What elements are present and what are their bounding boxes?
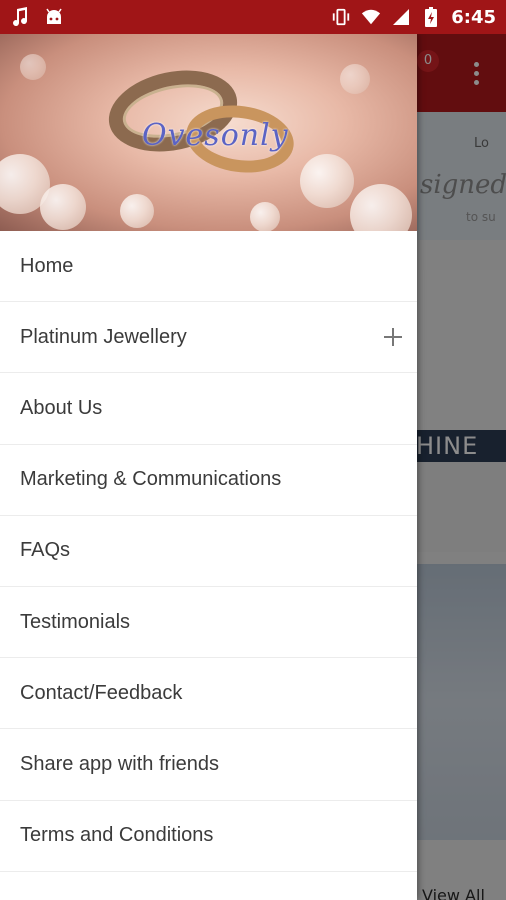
menu-item-contact-feedback[interactable]: Contact/Feedback [0, 658, 417, 730]
menu-item-label: Home [20, 254, 74, 277]
menu-item-about-us[interactable]: About Us [0, 373, 417, 445]
signal-icon [391, 7, 411, 27]
status-bar: 6:45 [0, 0, 506, 34]
menu-item-label: Share app with friends [20, 752, 220, 775]
menu-item-label: Testimonials [20, 610, 131, 633]
menu-item-label: Platinum Jewellery [20, 325, 187, 348]
menu-item-home[interactable]: Home [0, 231, 417, 303]
menu-item-label: Terms and Conditions [20, 824, 214, 847]
menu-item-label: Marketing & Communications [20, 468, 282, 491]
drawer-menu: Home Platinum Jewellery About Us Marketi… [0, 231, 417, 872]
clock: 6:45 [451, 6, 496, 28]
menu-item-label: FAQs [20, 539, 71, 562]
menu-item-share-app[interactable]: Share app with friends [0, 729, 417, 801]
vibrate-icon [331, 7, 351, 27]
music-note-icon [10, 7, 30, 27]
menu-item-testimonials[interactable]: Testimonials [0, 587, 417, 659]
menu-item-label: Contact/Feedback [20, 681, 183, 704]
menu-item-faqs[interactable]: FAQs [0, 516, 417, 587]
menu-item-label: About Us [20, 396, 103, 419]
navigation-drawer: Ovesonly Home Platinum Jewellery About U… [0, 34, 417, 900]
menu-item-platinum-jewellery[interactable]: Platinum Jewellery [0, 302, 417, 374]
menu-item-marketing-communications[interactable]: Marketing & Communications [0, 445, 417, 516]
android-icon [44, 7, 64, 27]
battery-charging-icon [421, 7, 441, 27]
wifi-icon [361, 7, 381, 27]
brand-logo: Ovesonly [142, 118, 289, 153]
expand-plus-icon[interactable] [383, 327, 403, 347]
drawer-header-image: Ovesonly [0, 34, 417, 231]
menu-item-terms-conditions[interactable]: Terms and Conditions [0, 801, 417, 872]
